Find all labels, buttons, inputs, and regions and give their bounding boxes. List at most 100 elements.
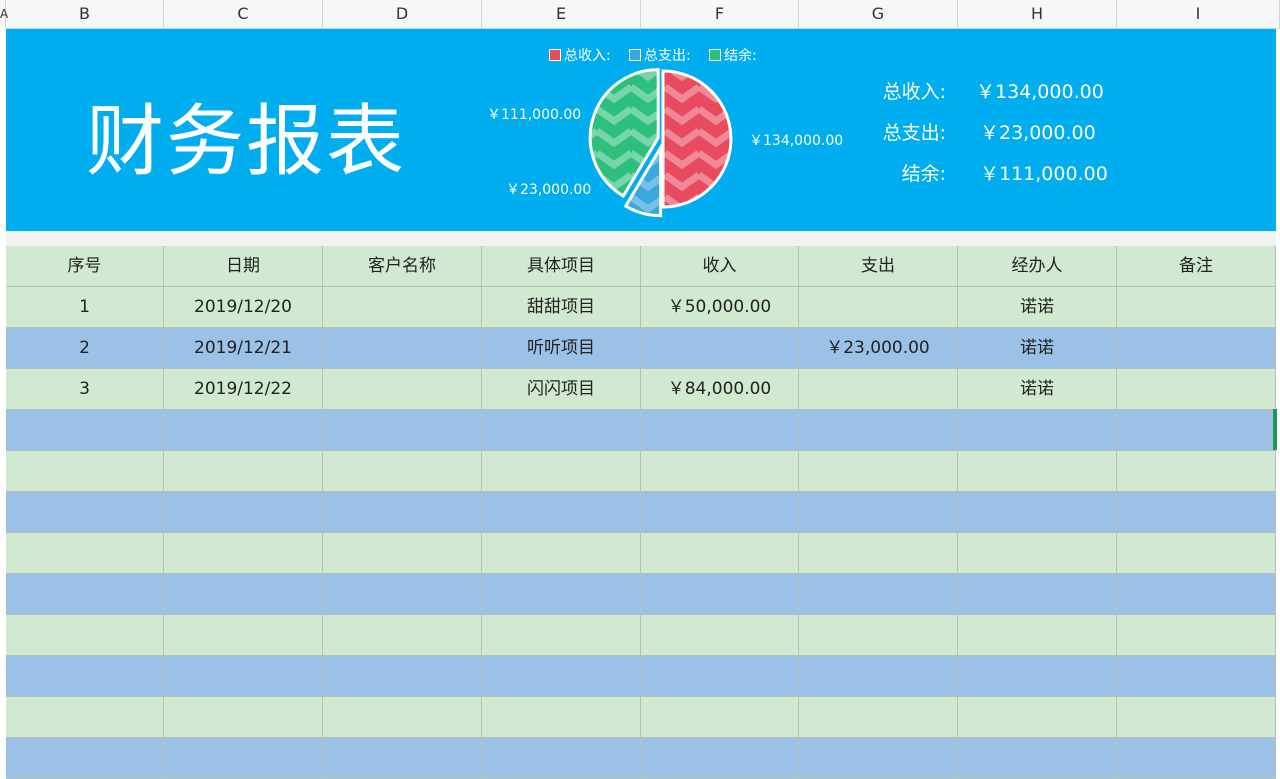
cell-index[interactable]: 1 [6,287,164,328]
column-header-i[interactable]: I [1117,0,1280,28]
cell-date[interactable] [164,492,323,533]
cell-index[interactable] [6,656,164,697]
cell-customer[interactable] [323,328,482,369]
cell-index[interactable] [6,697,164,738]
cell-expense[interactable]: ￥23,000.00 [799,328,958,369]
column-header-f[interactable]: F [641,0,799,28]
cell-customer[interactable] [323,697,482,738]
cell-handler[interactable] [958,533,1117,574]
cell-date[interactable] [164,615,323,656]
cell-customer[interactable] [323,287,482,328]
cell-income[interactable] [641,328,799,369]
cell-date[interactable] [164,574,323,615]
column-header-e[interactable]: E [482,0,641,28]
cell-handler[interactable] [958,451,1117,492]
cell-project[interactable] [482,533,641,574]
cell-project[interactable]: 听听项目 [482,328,641,369]
cell-remark[interactable] [1117,410,1276,451]
header-remark[interactable]: 备注 [1117,246,1276,287]
cell-expense[interactable] [799,533,958,574]
cell-date[interactable] [164,410,323,451]
cell-remark[interactable] [1117,287,1276,328]
cell-handler[interactable]: 诺诺 [958,328,1117,369]
cell-project[interactable] [482,656,641,697]
cell-remark[interactable] [1117,533,1276,574]
cell-income[interactable]: ￥84,000.00 [641,369,799,410]
cell-index[interactable] [6,451,164,492]
cell-handler[interactable] [958,574,1117,615]
cell-remark[interactable] [1117,492,1276,533]
cell-customer[interactable] [323,410,482,451]
cell-expense[interactable] [799,697,958,738]
cell-remark[interactable] [1117,738,1276,779]
cell-handler[interactable]: 诺诺 [958,287,1117,328]
cell-expense[interactable] [799,656,958,697]
cell-customer[interactable] [323,738,482,779]
pie-slice-income[interactable] [661,69,733,209]
cell-expense[interactable] [799,615,958,656]
cell-handler[interactable] [958,697,1117,738]
header-income[interactable]: 收入 [641,246,799,287]
cell-income[interactable] [641,410,799,451]
cell-remark[interactable] [1117,697,1276,738]
cell-expense[interactable] [799,369,958,410]
column-header-c[interactable]: C [164,0,323,28]
cell-project[interactable] [482,492,641,533]
cell-project[interactable] [482,451,641,492]
cell-handler[interactable] [958,492,1117,533]
cell-handler[interactable] [958,410,1117,451]
cell-expense[interactable] [799,410,958,451]
cell-project[interactable] [482,738,641,779]
cell-customer[interactable] [323,369,482,410]
header-customer[interactable]: 客户名称 [323,246,482,287]
cell-date[interactable] [164,697,323,738]
cell-expense[interactable] [799,451,958,492]
cell-income[interactable] [641,615,799,656]
cell-handler[interactable]: 诺诺 [958,369,1117,410]
cell-project[interactable] [482,697,641,738]
cell-income[interactable] [641,451,799,492]
cell-income[interactable] [641,574,799,615]
cell-remark[interactable] [1117,328,1276,369]
cell-date[interactable] [164,451,323,492]
cell-date[interactable] [164,533,323,574]
cell-expense[interactable] [799,492,958,533]
cell-project[interactable]: 甜甜项目 [482,287,641,328]
cell-handler[interactable] [958,615,1117,656]
cell-income[interactable] [641,656,799,697]
header-project[interactable]: 具体项目 [482,246,641,287]
cell-customer[interactable] [323,574,482,615]
cell-remark[interactable] [1117,574,1276,615]
cell-customer[interactable] [323,656,482,697]
cell-customer[interactable] [323,533,482,574]
column-header-g[interactable]: G [799,0,958,28]
cell-date[interactable]: 2019/12/21 [164,328,323,369]
cell-expense[interactable] [799,287,958,328]
column-header-h[interactable]: H [958,0,1117,28]
cell-income[interactable] [641,533,799,574]
cell-date[interactable] [164,656,323,697]
header-index[interactable]: 序号 [6,246,164,287]
cell-project[interactable] [482,410,641,451]
header-handler[interactable]: 经办人 [958,246,1117,287]
cell-remark[interactable] [1117,451,1276,492]
cell-index[interactable]: 2 [6,328,164,369]
cell-remark[interactable] [1117,656,1276,697]
cell-remark[interactable] [1117,369,1276,410]
cell-customer[interactable] [323,451,482,492]
cell-customer[interactable] [323,615,482,656]
cell-index[interactable] [6,615,164,656]
cell-date[interactable] [164,738,323,779]
cell-income[interactable] [641,697,799,738]
cell-project[interactable] [482,574,641,615]
header-expense[interactable]: 支出 [799,246,958,287]
cell-index[interactable] [6,738,164,779]
cell-index[interactable] [6,492,164,533]
cell-date[interactable]: 2019/12/22 [164,369,323,410]
pie-chart[interactable] [563,61,763,221]
cell-index[interactable]: 3 [6,369,164,410]
cell-handler[interactable] [958,738,1117,779]
report-banner[interactable]: 财务报表 总收入: 总支出: 结余: ￥111,000.00 ￥134,000.… [6,29,1276,231]
cell-index[interactable] [6,410,164,451]
cell-index[interactable] [6,574,164,615]
